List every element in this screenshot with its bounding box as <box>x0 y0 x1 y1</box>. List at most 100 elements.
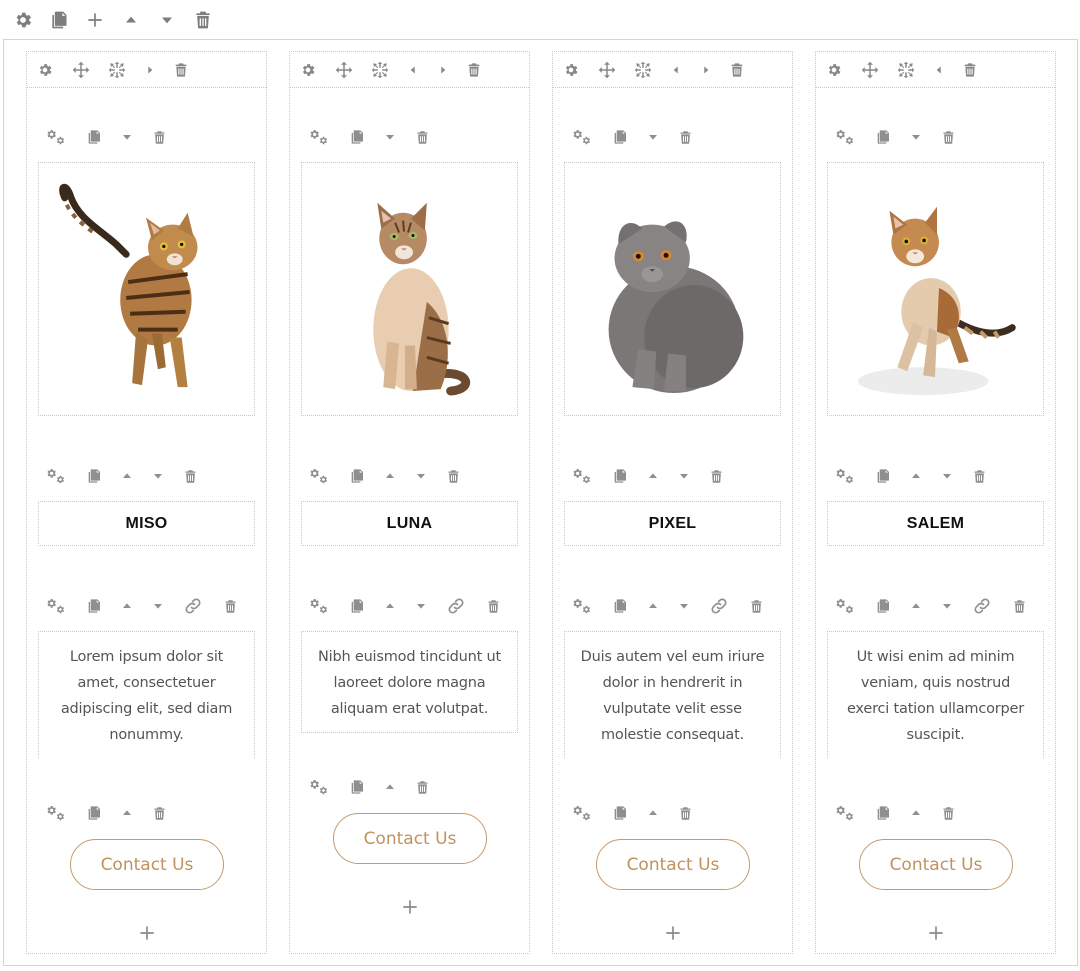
gear-icon[interactable] <box>12 9 34 31</box>
add-module-plus-icon[interactable] <box>663 923 683 943</box>
chevron-up-icon[interactable] <box>118 804 136 822</box>
chevron-down-icon[interactable] <box>675 467 693 485</box>
gear-icon[interactable] <box>562 61 580 79</box>
trash-icon[interactable] <box>150 128 168 146</box>
copy-icon[interactable] <box>85 597 103 615</box>
chevron-down-icon[interactable] <box>156 9 178 31</box>
plus-icon[interactable] <box>84 9 106 31</box>
trash-icon[interactable] <box>444 467 462 485</box>
copy-icon[interactable] <box>874 128 892 146</box>
settings-icon[interactable] <box>47 804 65 822</box>
move-right-icon[interactable] <box>434 61 452 79</box>
gear-icon[interactable] <box>825 61 843 79</box>
copy-icon[interactable] <box>348 597 366 615</box>
copy-icon[interactable] <box>48 9 70 31</box>
chevron-down-icon[interactable] <box>412 467 430 485</box>
copy-icon[interactable] <box>874 804 892 822</box>
settings-icon[interactable] <box>310 467 328 485</box>
settings-icon[interactable] <box>310 778 328 796</box>
settings-icon[interactable] <box>573 597 591 615</box>
trash-icon[interactable] <box>970 467 988 485</box>
trash-icon[interactable] <box>747 597 765 615</box>
chevron-down-icon[interactable] <box>907 128 925 146</box>
chevron-up-icon[interactable] <box>644 597 662 615</box>
trash-icon[interactable] <box>1010 597 1028 615</box>
gear-icon[interactable] <box>299 61 317 79</box>
copy-icon[interactable] <box>874 467 892 485</box>
chevron-down-icon[interactable] <box>381 128 399 146</box>
settings-icon[interactable] <box>836 804 854 822</box>
copy-icon[interactable] <box>85 128 103 146</box>
expand-icon[interactable] <box>897 61 915 79</box>
trash-icon[interactable] <box>939 128 957 146</box>
contact-us-button[interactable]: Contact Us <box>859 839 1013 890</box>
trash-icon[interactable] <box>728 61 746 79</box>
expand-icon[interactable] <box>634 61 652 79</box>
chevron-down-icon[interactable] <box>118 128 136 146</box>
chevron-down-icon[interactable] <box>149 597 167 615</box>
settings-icon[interactable] <box>573 128 591 146</box>
copy-icon[interactable] <box>874 597 892 615</box>
move-icon[interactable] <box>861 61 879 79</box>
chevron-up-icon[interactable] <box>907 804 925 822</box>
copy-icon[interactable] <box>611 597 629 615</box>
link-icon[interactable] <box>710 597 728 615</box>
copy-icon[interactable] <box>85 467 103 485</box>
settings-icon[interactable] <box>310 128 328 146</box>
chevron-up-icon[interactable] <box>644 804 662 822</box>
trash-icon[interactable] <box>413 128 431 146</box>
contact-us-button[interactable]: Contact Us <box>596 839 750 890</box>
copy-icon[interactable] <box>611 804 629 822</box>
trash-icon[interactable] <box>484 597 502 615</box>
chevron-down-icon[interactable] <box>938 597 956 615</box>
gear-icon[interactable] <box>36 61 54 79</box>
contact-us-button[interactable]: Contact Us <box>333 813 487 864</box>
settings-icon[interactable] <box>836 128 854 146</box>
chevron-up-icon[interactable] <box>907 467 925 485</box>
expand-icon[interactable] <box>108 61 126 79</box>
chevron-up-icon[interactable] <box>381 597 399 615</box>
move-left-icon[interactable] <box>404 61 422 79</box>
trash-icon[interactable] <box>465 61 483 79</box>
move-icon[interactable] <box>72 61 90 79</box>
move-icon[interactable] <box>598 61 616 79</box>
settings-icon[interactable] <box>47 128 65 146</box>
add-module-plus-icon[interactable] <box>137 923 157 943</box>
settings-icon[interactable] <box>310 597 328 615</box>
trash-icon[interactable] <box>192 9 214 31</box>
trash-icon[interactable] <box>961 61 979 79</box>
chevron-down-icon[interactable] <box>938 467 956 485</box>
move-icon[interactable] <box>335 61 353 79</box>
trash-icon[interactable] <box>181 467 199 485</box>
chevron-up-icon[interactable] <box>118 467 136 485</box>
chevron-up-icon[interactable] <box>381 467 399 485</box>
trash-icon[interactable] <box>939 804 957 822</box>
settings-icon[interactable] <box>836 597 854 615</box>
chevron-up-icon[interactable] <box>644 467 662 485</box>
expand-icon[interactable] <box>371 61 389 79</box>
trash-icon[interactable] <box>221 597 239 615</box>
settings-icon[interactable] <box>47 597 65 615</box>
settings-icon[interactable] <box>47 467 65 485</box>
copy-icon[interactable] <box>85 804 103 822</box>
move-left-icon[interactable] <box>667 61 685 79</box>
settings-icon[interactable] <box>573 804 591 822</box>
chevron-down-icon[interactable] <box>675 597 693 615</box>
copy-icon[interactable] <box>348 128 366 146</box>
copy-icon[interactable] <box>611 128 629 146</box>
contact-us-button[interactable]: Contact Us <box>70 839 224 890</box>
link-icon[interactable] <box>184 597 202 615</box>
chevron-down-icon[interactable] <box>644 128 662 146</box>
trash-icon[interactable] <box>676 804 694 822</box>
copy-icon[interactable] <box>348 778 366 796</box>
move-left-icon[interactable] <box>930 61 948 79</box>
link-icon[interactable] <box>447 597 465 615</box>
add-module-plus-icon[interactable] <box>926 923 946 943</box>
move-right-icon[interactable] <box>697 61 715 79</box>
chevron-up-icon[interactable] <box>120 9 142 31</box>
trash-icon[interactable] <box>676 128 694 146</box>
chevron-up-icon[interactable] <box>907 597 925 615</box>
settings-icon[interactable] <box>836 467 854 485</box>
trash-icon[interactable] <box>172 61 190 79</box>
copy-icon[interactable] <box>611 467 629 485</box>
